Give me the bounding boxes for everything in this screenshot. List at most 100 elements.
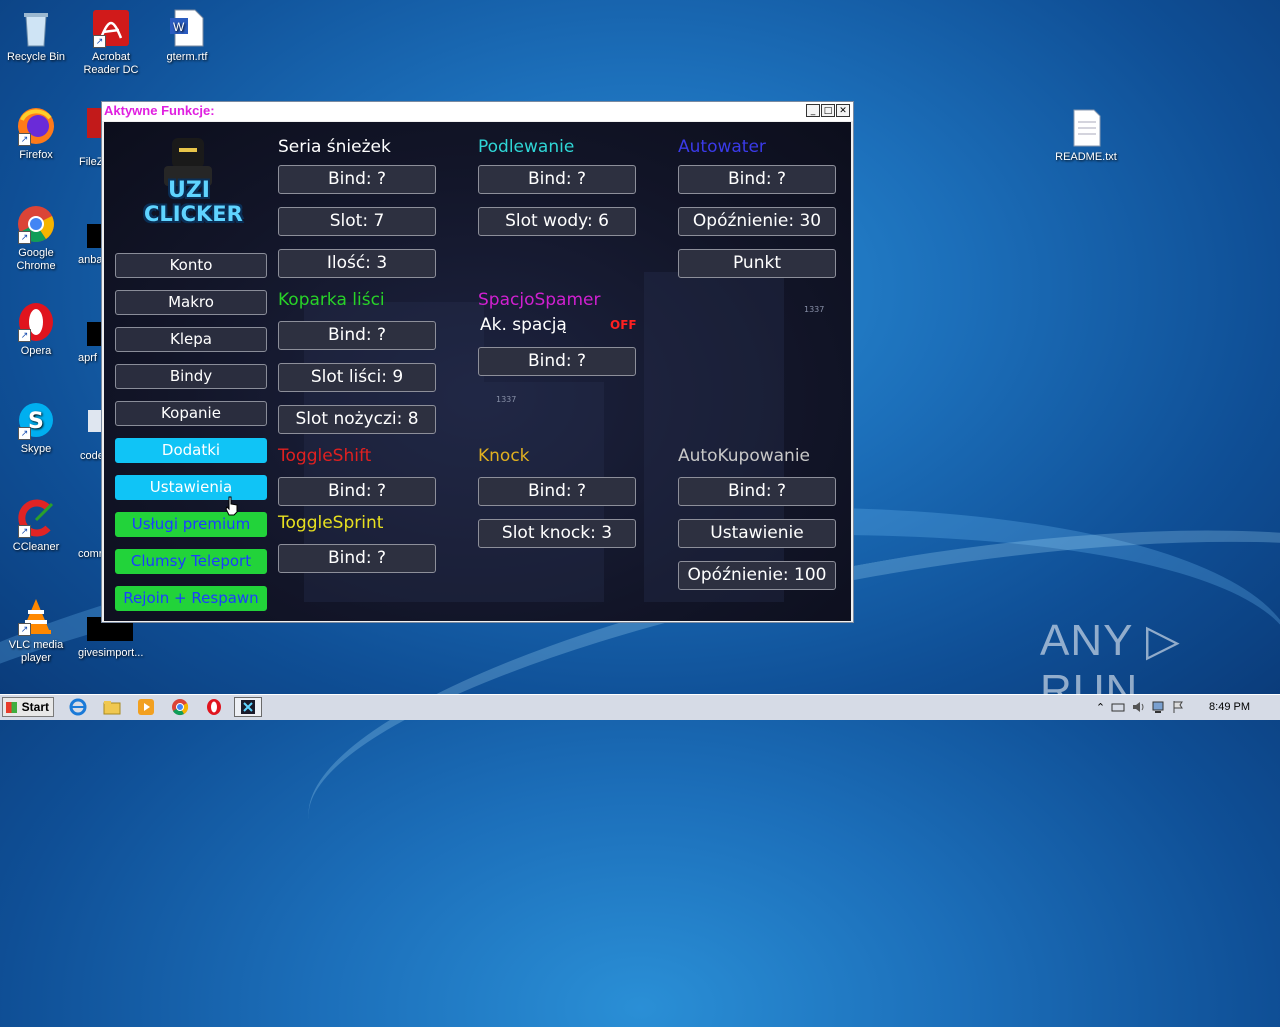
- chrome-taskbar-icon[interactable]: [166, 697, 194, 717]
- acrobat-icon: ↗: [91, 8, 131, 48]
- clock[interactable]: 8:49 PM: [1209, 701, 1250, 713]
- shortcut-arrow-icon: ↗: [93, 35, 106, 48]
- nav-button-bindy[interactable]: Bindy: [115, 364, 267, 389]
- start-button[interactable]: Start: [2, 697, 54, 717]
- desktop-icon-label: Firefox: [19, 149, 53, 161]
- koparka-slot-lisci-button[interactable]: Slot liści: 9: [278, 363, 436, 392]
- desktop-icon-gterm[interactable]: W gterm.rtf: [149, 8, 225, 64]
- shortcut-arrow-icon: ↗: [18, 231, 31, 244]
- spacjo-label: Ak. spacją: [480, 315, 567, 335]
- word-document-icon: W: [167, 8, 207, 48]
- ccleaner-icon: ↗: [16, 498, 56, 538]
- recycle-bin-icon: [16, 8, 56, 48]
- section-title-knock: Knock: [478, 446, 530, 466]
- knock-bind-button[interactable]: Bind: ?: [478, 477, 636, 506]
- autokupowanie-delay-button[interactable]: Opóźnienie: 100: [678, 561, 836, 590]
- partial-icon: [87, 224, 101, 248]
- system-tray: ⌃ 8:49 PM: [1096, 696, 1280, 718]
- spacjo-toggle[interactable]: OFF: [610, 318, 637, 332]
- nav-button-makro[interactable]: Makro: [115, 290, 267, 315]
- desktop-icon-firefox[interactable]: ↗ Firefox: [0, 106, 74, 162]
- media-player-taskbar-icon[interactable]: [132, 697, 160, 717]
- desktop-icon-label: CCleaner: [12, 541, 60, 553]
- desktop-icon-acrobat[interactable]: ↗ Acrobat Reader DC: [73, 8, 149, 77]
- desktop-icon-skype[interactable]: S ↗ Skype: [0, 400, 74, 456]
- desktop-icon-readme[interactable]: README.txt: [1048, 108, 1124, 164]
- hand-cursor-icon: [225, 496, 238, 516]
- knock-slot-button[interactable]: Slot knock: 3: [478, 519, 636, 548]
- action-center-flag-icon[interactable]: [1171, 700, 1185, 714]
- spacjo-bind-button[interactable]: Bind: ?: [478, 347, 636, 376]
- explorer-taskbar-icon[interactable]: [98, 697, 126, 717]
- koparka-bind-button[interactable]: Bind: ?: [278, 321, 436, 350]
- nav-button-klepa[interactable]: Klepa: [115, 327, 267, 352]
- nav-button-rejoin-respawn[interactable]: Rejoin + Respawn: [115, 586, 267, 611]
- nav-button-clumsy-teleport[interactable]: Clumsy Teleport: [115, 549, 267, 574]
- logo-text: CLICKER: [144, 202, 243, 226]
- partial-icon: [87, 108, 101, 138]
- maximize-button[interactable]: □: [821, 104, 835, 117]
- togglesprint-bind-button[interactable]: Bind: ?: [278, 544, 436, 573]
- autokupowanie-ustawienie-button[interactable]: Ustawienie: [678, 519, 836, 548]
- text-file-icon: [1066, 108, 1106, 148]
- toggleshift-bind-button[interactable]: Bind: ?: [278, 477, 436, 506]
- section-title-seria-sniezek: Seria śnieżek: [278, 137, 391, 157]
- minimize-button[interactable]: _: [806, 104, 820, 117]
- nav-button-ustawienia[interactable]: Ustawienia: [115, 475, 267, 500]
- opera-taskbar-icon[interactable]: [200, 697, 228, 717]
- network-icon[interactable]: [1151, 700, 1165, 714]
- autowater-punkt-button[interactable]: Punkt: [678, 249, 836, 278]
- seria-slot-button[interactable]: Slot: 7: [278, 207, 436, 236]
- nav-button-dodatki[interactable]: Dodatki: [115, 438, 267, 463]
- partial-icon: [87, 322, 101, 346]
- desktop-icon-label: Google Chrome: [16, 247, 56, 272]
- seria-ilosc-button[interactable]: Ilość: 3: [278, 249, 436, 278]
- svg-text:W: W: [173, 20, 185, 34]
- section-title-togglesprint: ToggleSprint: [278, 513, 384, 533]
- desktop-icon-chrome[interactable]: ↗ Google Chrome: [0, 204, 74, 273]
- start-label: Start: [21, 700, 49, 714]
- section-title-autokupowanie: AutoKupowanie: [678, 446, 811, 466]
- partial-label: aprf: [78, 352, 97, 364]
- nav-button-uslugi-premium[interactable]: Usługi premium: [115, 512, 267, 537]
- background-decoration: [644, 272, 784, 602]
- partial-label: anba: [78, 254, 103, 266]
- autowater-bind-button[interactable]: Bind: ?: [678, 165, 836, 194]
- volume-icon[interactable]: [1131, 700, 1145, 714]
- window-title: Aktywne Funkcje:: [104, 103, 215, 118]
- koparka-slot-nozyczi-button[interactable]: Slot nożyczi: 8: [278, 405, 436, 434]
- desktop-icon-ccleaner[interactable]: ↗ CCleaner: [0, 498, 74, 554]
- logo-text: UZI: [167, 178, 210, 203]
- keyboard-icon[interactable]: [1111, 700, 1125, 714]
- nav-button-konto[interactable]: Konto: [115, 253, 267, 278]
- desktop-icon-opera[interactable]: ↗ Opera: [0, 302, 74, 358]
- shortcut-arrow-icon: ↗: [18, 329, 31, 342]
- partial-label: comr: [78, 548, 103, 560]
- debug-text: 1337: [496, 395, 517, 404]
- seria-bind-button[interactable]: Bind: ?: [278, 165, 436, 194]
- desktop-icon-label: VLC media player: [8, 639, 64, 664]
- window-titlebar[interactable]: Aktywne Funkcje: _ □ ✕: [102, 102, 853, 121]
- uzi-clicker-taskbar-icon[interactable]: [234, 697, 262, 717]
- podlewanie-slot-button[interactable]: Slot wody: 6: [478, 207, 636, 236]
- uzi-clicker-window: Aktywne Funkcje: _ □ ✕ UZI CLICKER Konto…: [101, 101, 854, 623]
- close-button[interactable]: ✕: [836, 104, 850, 117]
- autokupowanie-bind-button[interactable]: Bind: ?: [678, 477, 836, 506]
- windows-logo-icon: [6, 702, 17, 713]
- desktop-icon-recycle-bin[interactable]: Recycle Bin: [0, 8, 74, 64]
- podlewanie-bind-button[interactable]: Bind: ?: [478, 165, 636, 194]
- ie-taskbar-icon[interactable]: [64, 697, 92, 717]
- desktop-icon-label: Skype: [20, 443, 52, 455]
- desktop-icon-vlc[interactable]: ↗ VLC media player: [0, 596, 74, 665]
- section-title-spacjospamer: SpacjoSpamer: [478, 290, 601, 310]
- chrome-icon: ↗: [16, 204, 56, 244]
- desktop-icon-label: gterm.rtf: [166, 51, 208, 63]
- desktop-icon-label: README.txt: [1055, 151, 1117, 163]
- nav-button-kopanie[interactable]: Kopanie: [115, 401, 267, 426]
- partial-label: FileZ: [79, 156, 104, 168]
- chevron-up-icon[interactable]: ⌃: [1096, 701, 1105, 714]
- partial-label: givesimport...: [78, 647, 144, 659]
- skype-icon: S ↗: [16, 400, 56, 440]
- autowater-delay-button[interactable]: Opóźnienie: 30: [678, 207, 836, 236]
- shortcut-arrow-icon: ↗: [18, 427, 31, 440]
